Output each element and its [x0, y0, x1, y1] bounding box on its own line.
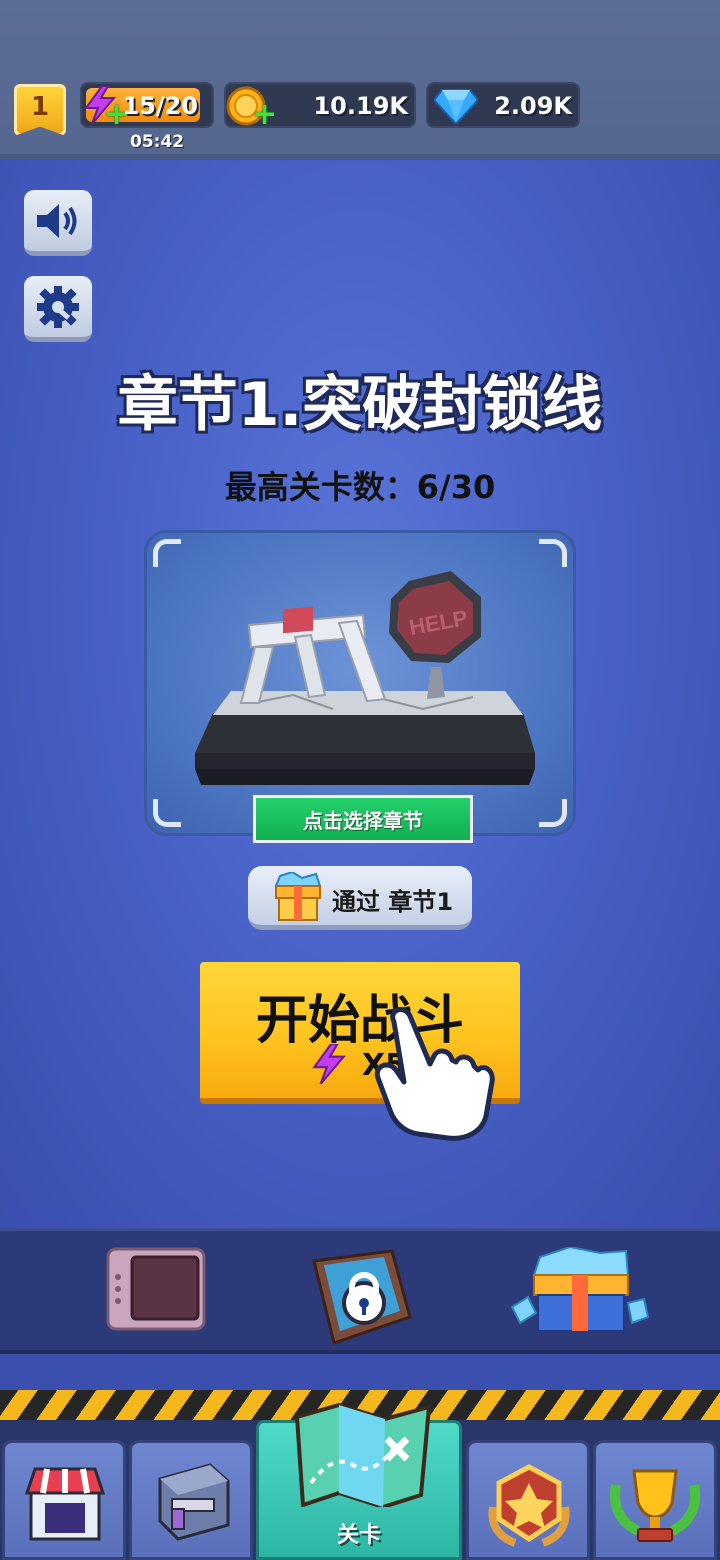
locked-chest-button[interactable]: [306, 1247, 436, 1345]
select-chapter-button[interactable]: 点击选择章节: [253, 795, 473, 843]
safe-button[interactable]: [100, 1247, 230, 1343]
tab-shop[interactable]: [2, 1440, 126, 1560]
max-level-value: 6/30: [416, 468, 496, 506]
chapter-title: 章节1.突破封锁线: [117, 370, 603, 440]
rank-badge-icon: [488, 1464, 570, 1547]
gear-wrench-icon: [37, 285, 79, 328]
shop-icon: [24, 1467, 106, 1541]
tab-arsenal[interactable]: [129, 1440, 253, 1560]
player-level-badge[interactable]: 1: [14, 84, 66, 136]
sound-button[interactable]: [24, 190, 92, 256]
tab-rank[interactable]: [466, 1440, 590, 1560]
tab-levels-label: 关卡: [336, 1523, 381, 1548]
chapter-reward-button[interactable]: 通过 章节1: [248, 866, 472, 930]
energy-value: 15/20: [122, 92, 198, 120]
trophy-icon: [610, 1469, 700, 1542]
gem-value: 2.09K: [494, 92, 572, 120]
chapter-preview-card[interactable]: HELP 点击选择章节: [144, 530, 576, 843]
map-icon: [294, 1403, 432, 1507]
gem-giftbox-icon: [274, 872, 322, 921]
frame-corner: [539, 799, 567, 827]
diamond-icon: [434, 89, 478, 124]
gem-chest-button[interactable]: [510, 1245, 650, 1343]
energy-timer: 05:42: [130, 132, 185, 152]
frame-corner: [153, 799, 181, 827]
settings-button[interactable]: [24, 276, 92, 342]
frame-corner: [539, 539, 567, 567]
tutorial-hand-icon: [374, 1006, 495, 1141]
bottom-nav: 关卡: [0, 1403, 720, 1560]
gem-counter[interactable]: 2.09K: [426, 82, 580, 128]
gold-value: 10.19K: [313, 92, 408, 120]
add-gold-icon[interactable]: +: [252, 100, 277, 130]
gold-counter[interactable]: + 10.19K: [224, 82, 416, 130]
tab-levels[interactable]: 关卡: [256, 1403, 462, 1560]
spacer: [0, 1354, 720, 1390]
gem-chest-icon: [510, 1245, 650, 1332]
max-level-text: 最高关卡数：6/30: [0, 462, 720, 508]
frame-corner: [153, 539, 181, 567]
top-status-bar: 1 + 15/20 05:42 + 10.19K 2.09K: [0, 0, 720, 160]
roadblock-illustration: HELP: [195, 571, 535, 785]
reward-label: 通过 章节1: [332, 888, 454, 916]
max-level-label: 最高关卡数：: [224, 468, 417, 506]
weapon-crate-icon: [158, 1463, 230, 1541]
energy-counter[interactable]: + 15/20: [80, 82, 214, 130]
lightning-icon: [312, 1044, 346, 1084]
safe-icon: [106, 1247, 206, 1331]
player-level: 1: [30, 92, 50, 122]
locked-chest-icon: [312, 1249, 412, 1345]
feature-bar: [0, 1228, 720, 1354]
speaker-icon: [37, 203, 77, 238]
tab-trophy[interactable]: [593, 1440, 717, 1560]
